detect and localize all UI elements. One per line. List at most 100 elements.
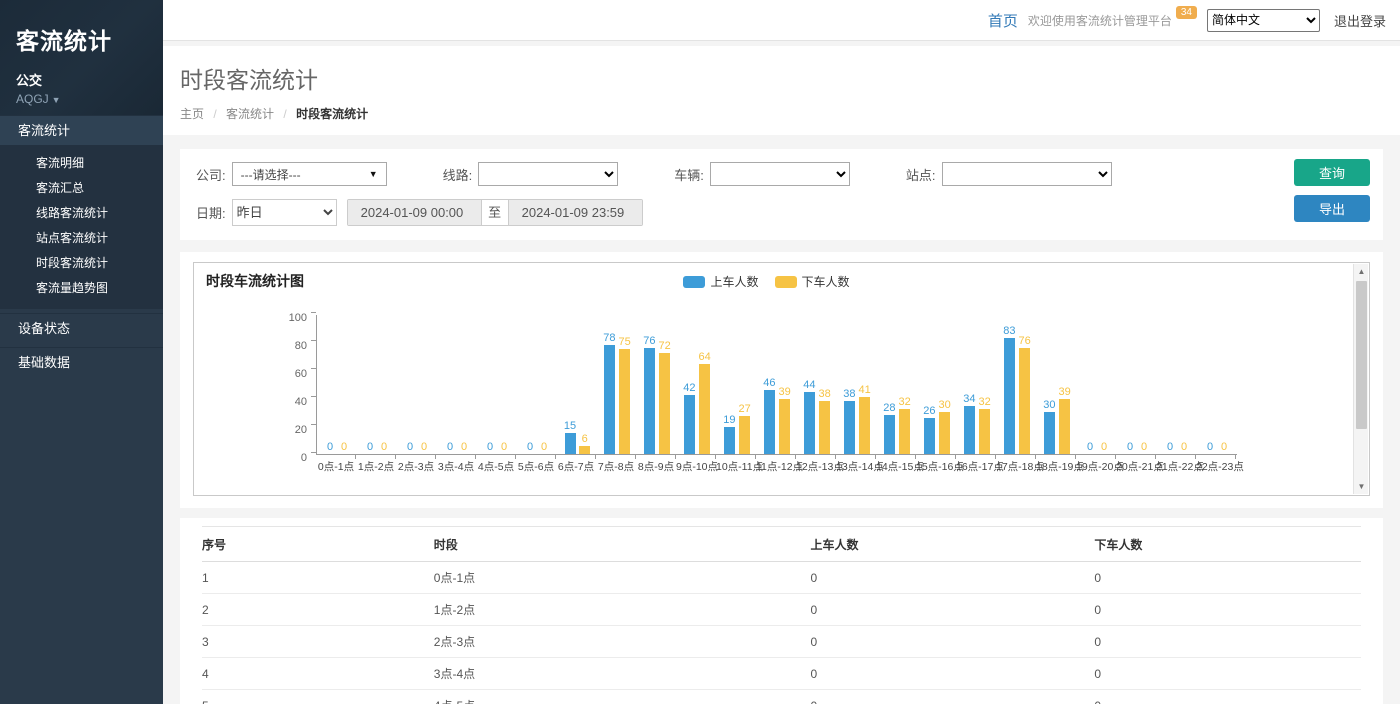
scrollbar-up-arrow[interactable]: ▲ [1354, 264, 1369, 279]
bar-value-label: 0 [1141, 441, 1147, 453]
date-preset-select[interactable]: 昨日 [232, 199, 337, 226]
breadcrumb: 主页 / 客流统计 / 时段客流统计 [180, 105, 1383, 122]
table-cell: 1点-2点 [434, 594, 811, 626]
chart-box: 时段车流统计图 上车人数 下车人数 0000000000001567875767… [193, 262, 1370, 496]
date-start-input[interactable]: 2024-01-09 00:00 [348, 200, 481, 225]
bar [979, 409, 990, 454]
scrollbar-thumb[interactable] [1356, 281, 1367, 429]
y-axis-tick [311, 368, 316, 369]
bar-value-label: 76 [1019, 335, 1031, 347]
bar-value-label: 75 [619, 336, 631, 348]
sidebar-subitem[interactable]: 客流汇总 [0, 176, 163, 201]
bar [1019, 348, 1030, 454]
breadcrumb-separator: / [213, 107, 216, 121]
bar-group: 00 [477, 314, 517, 454]
y-axis-label: 60 [277, 368, 307, 380]
bar-value-label: 64 [699, 351, 711, 363]
bar-value-label: 39 [1059, 386, 1071, 398]
bar-group: 3432 [957, 314, 997, 454]
bar-group: 00 [397, 314, 437, 454]
bar-value-label: 27 [739, 403, 751, 415]
bar [699, 364, 710, 454]
sidebar-subitem[interactable]: 客流量趋势图 [0, 276, 163, 301]
col-header-period: 时段 [434, 527, 811, 562]
bar-value-label: 0 [461, 441, 467, 453]
bar [899, 409, 910, 454]
home-link[interactable]: 首页 [988, 10, 1018, 31]
sidebar-section-device-status[interactable]: 设备状态 [0, 313, 163, 343]
bar-value-label: 44 [803, 379, 815, 391]
search-button[interactable]: 查询 [1294, 159, 1370, 186]
bar-group: 00 [1077, 314, 1117, 454]
bar [844, 401, 855, 454]
table-cell: 0 [1094, 626, 1361, 658]
org-code-dropdown[interactable]: AQGJ▼ [16, 92, 147, 106]
bar-group: 00 [317, 314, 357, 454]
sidebar-section-base-data[interactable]: 基础数据 [0, 347, 163, 377]
chart-scrollbar[interactable]: ▲ ▼ [1353, 264, 1368, 494]
logout-link[interactable]: 退出登录 [1334, 11, 1386, 30]
sidebar-subitem[interactable]: 时段客流统计 [0, 251, 163, 276]
org-code-label: AQGJ [16, 92, 49, 106]
bar [939, 412, 950, 454]
table-row: 43点-4点00 [202, 658, 1361, 690]
station-select[interactable] [942, 162, 1112, 186]
bar-value-label: 6 [582, 433, 588, 445]
legend-item-alighting: 下车人数 [775, 273, 850, 290]
bar-group: 00 [1157, 314, 1197, 454]
sidebar-subitem[interactable]: 线路客流统计 [0, 201, 163, 226]
export-button[interactable]: 导出 [1294, 195, 1370, 222]
table-cell: 0 [810, 690, 1094, 704]
table-cell: 0 [1094, 594, 1361, 626]
station-label: 站点: [906, 165, 936, 184]
vehicle-select[interactable] [710, 162, 850, 186]
date-end-input[interactable]: 2024-01-09 23:59 [509, 200, 642, 225]
legend-swatch-yellow [775, 276, 797, 288]
line-label: 线路: [443, 165, 473, 184]
legend-label-boarding: 上车人数 [710, 273, 758, 290]
bar-value-label: 0 [407, 441, 413, 453]
y-axis-tick [311, 424, 316, 425]
col-header-index: 序号 [202, 527, 434, 562]
y-axis-label: 20 [277, 424, 307, 436]
sidebar-subitem[interactable]: 客流明细 [0, 151, 163, 176]
sidebar-section-passenger-stats[interactable]: 客流统计 [0, 115, 163, 145]
x-axis-label: 14点-15点 [876, 455, 916, 474]
y-axis-tick [311, 312, 316, 313]
company-select[interactable]: ---请选择--- ▼ [232, 162, 387, 186]
bar-value-label: 0 [527, 441, 533, 453]
bar-value-label: 76 [643, 335, 655, 347]
bar-value-label: 39 [779, 386, 791, 398]
x-axis-label: 21点-22点 [1156, 455, 1196, 474]
org-name: 公交 [16, 70, 147, 89]
sidebar-nav: 客流统计 客流明细客流汇总线路客流统计站点客流统计时段客流统计客流量趋势图 设备… [0, 115, 163, 377]
x-axis-label: 10点-11点 [716, 455, 756, 474]
line-select[interactable] [478, 162, 618, 186]
table-cell: 0 [810, 562, 1094, 594]
bar-value-label: 0 [501, 441, 507, 453]
filter-panel: 公司: ---请选择--- ▼ 线路: 车辆: 站点: 日期: 昨日 [180, 149, 1383, 240]
language-select[interactable]: 简体中文 [1207, 9, 1320, 32]
bar [884, 415, 895, 454]
legend-label-alighting: 下车人数 [802, 273, 850, 290]
bar [739, 416, 750, 454]
bar-group: 4438 [797, 314, 837, 454]
scrollbar-down-arrow[interactable]: ▼ [1354, 479, 1369, 494]
x-axis-label: 22点-23点 [1196, 455, 1236, 474]
bar-value-label: 83 [1003, 325, 1015, 337]
bar-value-label: 30 [939, 399, 951, 411]
page-title: 时段客流统计 [180, 61, 1383, 95]
y-axis-tick [311, 452, 316, 453]
date-label: 日期: [196, 203, 226, 222]
bar-group: 4639 [757, 314, 797, 454]
breadcrumb-passenger-stats[interactable]: 客流统计 [226, 107, 274, 121]
sidebar-subitem[interactable]: 站点客流统计 [0, 226, 163, 251]
x-axis-label: 13点-14点 [836, 455, 876, 474]
x-axis-label: 11点-12点 [756, 455, 796, 474]
bar-value-label: 0 [341, 441, 347, 453]
bar [779, 399, 790, 454]
x-axis-label: 18点-19点 [1036, 455, 1076, 474]
x-axis-label: 3点-4点 [436, 455, 476, 474]
bar-group: 2832 [877, 314, 917, 454]
breadcrumb-home[interactable]: 主页 [180, 107, 204, 121]
